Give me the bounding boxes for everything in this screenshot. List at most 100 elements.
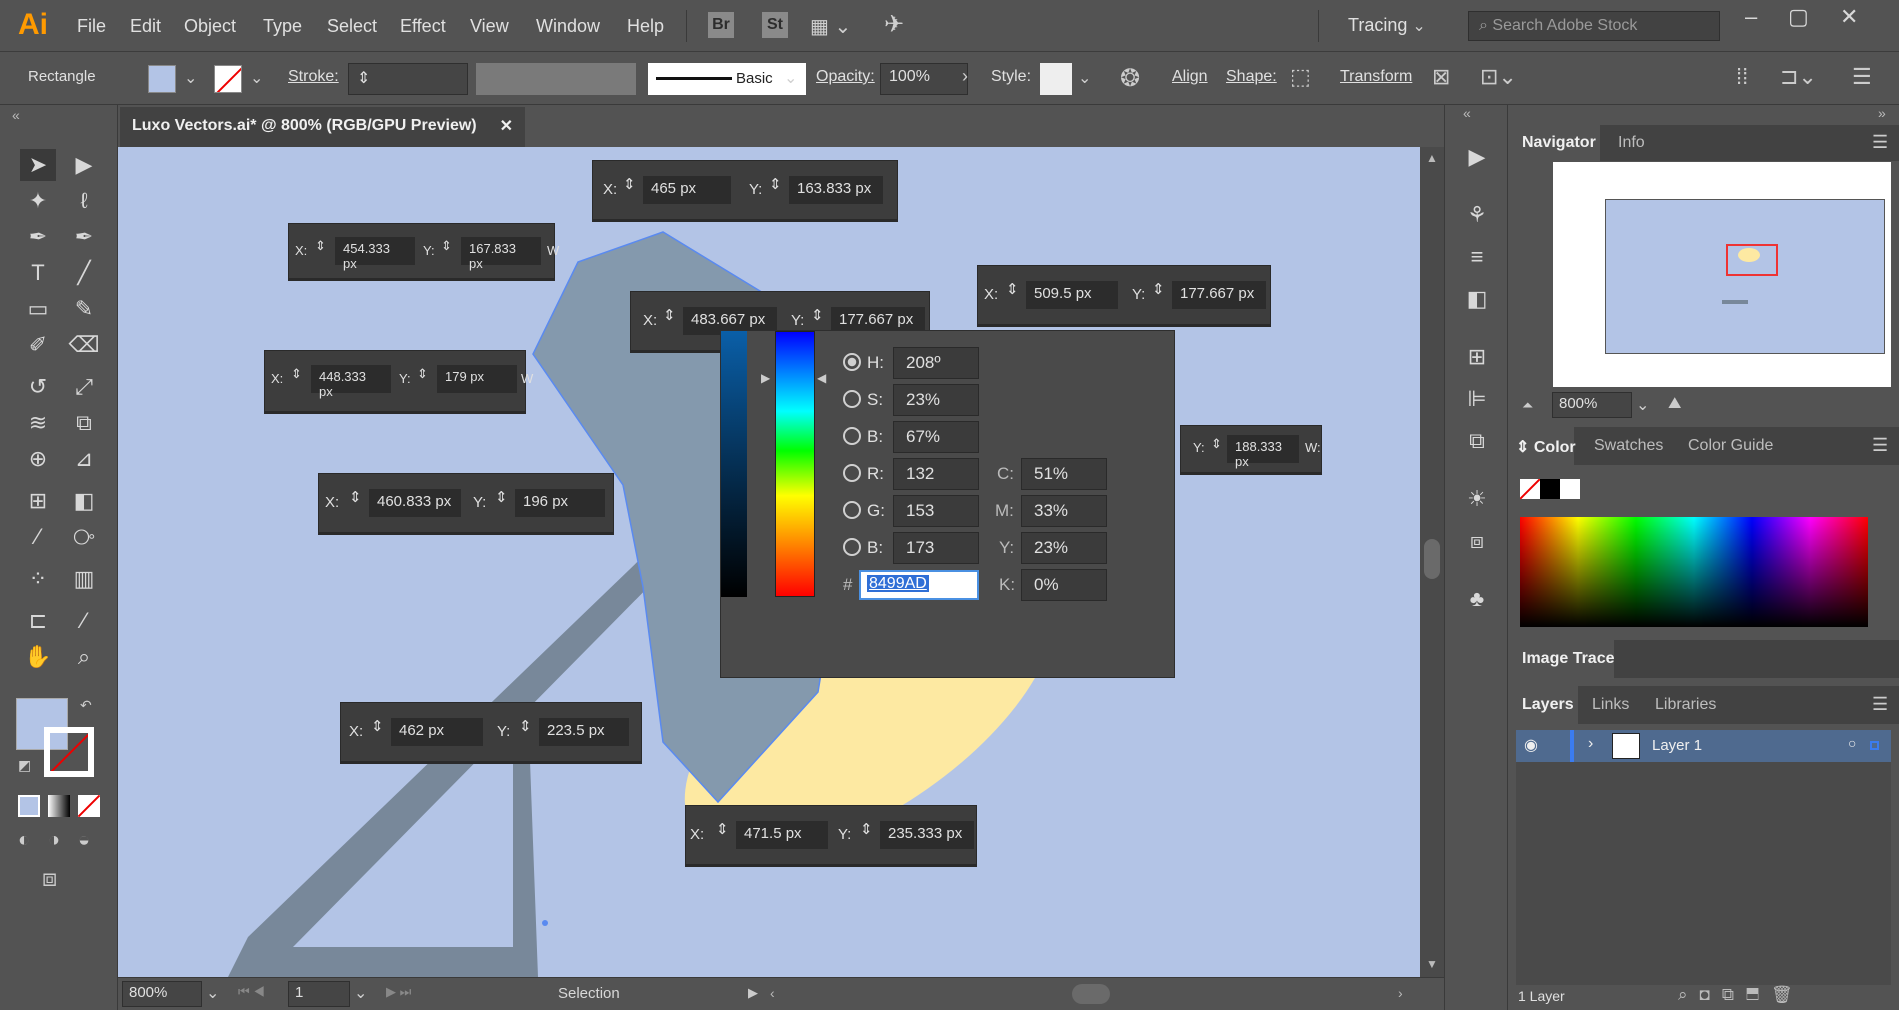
- rotate-tool-icon[interactable]: ↺: [20, 371, 56, 403]
- rectangle-tool-icon[interactable]: ▭: [20, 293, 56, 325]
- chevron-down-icon[interactable]: ⌄: [206, 983, 219, 1003]
- menu-effect[interactable]: Effect: [400, 16, 446, 37]
- menu-view[interactable]: View: [470, 16, 509, 37]
- stroke-label[interactable]: Stroke:: [288, 68, 339, 86]
- green-field[interactable]: 153: [893, 495, 979, 527]
- bridge-button[interactable]: Br: [708, 12, 734, 38]
- asset-export-icon[interactable]: ♣: [1459, 583, 1495, 615]
- blend-tool-icon[interactable]: ⧂: [66, 521, 102, 553]
- gradient-mode-icon[interactable]: [48, 795, 70, 817]
- tab-info[interactable]: Info: [1618, 134, 1645, 152]
- collapse-icon[interactable]: »: [1878, 105, 1886, 121]
- style-swatch[interactable]: [1040, 63, 1072, 95]
- clipping-mask-icon[interactable]: ◘: [1700, 985, 1722, 1004]
- target-icon[interactable]: ○: [1848, 735, 1856, 751]
- g-radio[interactable]: [843, 501, 861, 519]
- close-tab-icon[interactable]: ✕: [500, 116, 513, 136]
- vertical-scrollbar[interactable]: ▲ ▼: [1420, 147, 1444, 977]
- zoom-tool-icon[interactable]: ⌕: [66, 641, 102, 673]
- eraser-icon[interactable]: ⌫: [66, 329, 102, 361]
- slider-handle-left[interactable]: ▶: [761, 371, 770, 385]
- swap-icon[interactable]: ↶: [80, 697, 92, 714]
- transform-button[interactable]: Transform: [1340, 68, 1412, 86]
- blue-field[interactable]: 173: [893, 532, 979, 564]
- close-button[interactable]: ✕: [1840, 4, 1858, 30]
- menu-icon[interactable]: ☰: [1852, 64, 1872, 90]
- shape-builder-icon[interactable]: ⊕: [20, 443, 56, 475]
- direct-selection-tool-icon[interactable]: ▶: [66, 149, 102, 181]
- none-color-swatch[interactable]: [1520, 479, 1540, 499]
- align-panel-icon[interactable]: ⊫: [1459, 383, 1495, 415]
- default-colors-icon[interactable]: ◩: [18, 757, 31, 774]
- opacity-label[interactable]: Opacity:: [816, 68, 875, 86]
- locate-object-icon[interactable]: ⌕: [1678, 985, 1700, 1004]
- document-tab[interactable]: Luxo Vectors.ai* @ 800% (RGB/GPU Preview…: [120, 107, 525, 147]
- artboards-panel-icon[interactable]: ⧈: [1459, 525, 1495, 557]
- chevron-down-icon[interactable]: ⌄: [784, 68, 797, 88]
- variable-width-profile[interactable]: [476, 63, 636, 95]
- chevron-down-icon[interactable]: ⌄: [354, 983, 367, 1003]
- navigator-preview[interactable]: [1553, 162, 1891, 387]
- menu-object[interactable]: Object: [184, 16, 236, 37]
- h-radio[interactable]: [843, 353, 861, 371]
- appearance-icon[interactable]: ☀: [1459, 483, 1495, 515]
- gradient-panel-icon[interactable]: ◧: [1459, 283, 1495, 315]
- status-menu-icon[interactable]: ▶: [748, 985, 758, 1001]
- layer-row[interactable]: ◉ › Layer 1 ○: [1516, 730, 1891, 762]
- paintbrush-icon[interactable]: ✎: [66, 293, 102, 325]
- magic-wand-icon[interactable]: ✦: [20, 185, 56, 217]
- stroke-color-swatch[interactable]: [44, 727, 94, 777]
- shape-properties-icon[interactable]: ⬚: [1290, 64, 1311, 90]
- slider-handle-right[interactable]: ◀: [817, 371, 826, 385]
- tab-links[interactable]: Links: [1592, 696, 1629, 714]
- graph-tool-icon[interactable]: ▥: [66, 563, 102, 595]
- r-radio[interactable]: [843, 464, 861, 482]
- scroll-right-icon[interactable]: ›: [1398, 985, 1403, 1001]
- black-swatch[interactable]: [1540, 479, 1560, 499]
- new-sublayer-icon[interactable]: ⧉: [1722, 985, 1746, 1004]
- brushes-icon[interactable]: ⚘: [1459, 199, 1495, 231]
- symbol-sprayer-icon[interactable]: ⁘: [20, 563, 56, 595]
- gradient-tool-icon[interactable]: ◧: [66, 485, 102, 517]
- scroll-left-icon[interactable]: ‹: [770, 985, 775, 1001]
- stroke-swatch[interactable]: [214, 65, 242, 93]
- selection-indicator[interactable]: [1870, 741, 1879, 750]
- scale-tool-icon[interactable]: ⤢: [66, 371, 102, 403]
- shaper-tool-icon[interactable]: ✐: [20, 329, 56, 361]
- tab-libraries[interactable]: Libraries: [1655, 696, 1716, 714]
- last-artboard-icon[interactable]: ▶ ⏭: [386, 984, 411, 1000]
- bl-radio[interactable]: [843, 538, 861, 556]
- panel-menu-icon[interactable]: ☰: [1872, 435, 1888, 456]
- tab-image-trace[interactable]: Image Trace: [1522, 650, 1615, 668]
- menu-edit[interactable]: Edit: [130, 16, 161, 37]
- draw-behind-icon[interactable]: ◑: [48, 829, 60, 852]
- stroke-panel-icon[interactable]: ≡: [1459, 241, 1495, 273]
- isolate-icon[interactable]: ⊠: [1432, 64, 1450, 90]
- draw-inside-icon[interactable]: ◒: [78, 829, 90, 852]
- hand-tool-icon[interactable]: ✋: [20, 641, 56, 673]
- type-tool-icon[interactable]: T: [20, 257, 56, 289]
- curvature-tool-icon[interactable]: ✒: [66, 221, 102, 253]
- hue-slider[interactable]: [775, 331, 815, 597]
- tab-color-guide[interactable]: Color Guide: [1688, 437, 1773, 455]
- none-mode-icon[interactable]: [78, 795, 100, 817]
- fill-swatch[interactable]: [148, 65, 176, 93]
- hex-field[interactable]: 8499AD: [859, 570, 979, 600]
- menu-file[interactable]: File: [77, 16, 106, 37]
- search-stock-input[interactable]: ⌕ Search Adobe Stock: [1468, 11, 1720, 41]
- hue-field[interactable]: 208º: [893, 347, 979, 379]
- align-button[interactable]: Align: [1172, 68, 1208, 86]
- workspace-switcher[interactable]: Tracing ⌄: [1348, 15, 1426, 36]
- draw-normal-icon[interactable]: ◐: [18, 829, 30, 852]
- screen-mode-icon[interactable]: ⧈: [42, 865, 57, 893]
- pathfinder-icon[interactable]: ⧉: [1459, 425, 1495, 457]
- selection-tool-icon[interactable]: ➤: [20, 149, 56, 181]
- recolor-artwork-icon[interactable]: ❂: [1120, 64, 1140, 93]
- tab-color[interactable]: ⇕ Color: [1516, 437, 1576, 457]
- eyedropper-icon[interactable]: ⁄: [20, 521, 56, 553]
- scroll-thumb[interactable]: [1424, 539, 1440, 579]
- collapse-icon[interactable]: «: [1463, 105, 1471, 121]
- first-artboard-icon[interactable]: ⏮ ◀: [238, 984, 265, 1000]
- navigator-zoom-field[interactable]: 800%: [1552, 392, 1632, 418]
- zoom-in-icon[interactable]: ⛰: [1668, 395, 1681, 413]
